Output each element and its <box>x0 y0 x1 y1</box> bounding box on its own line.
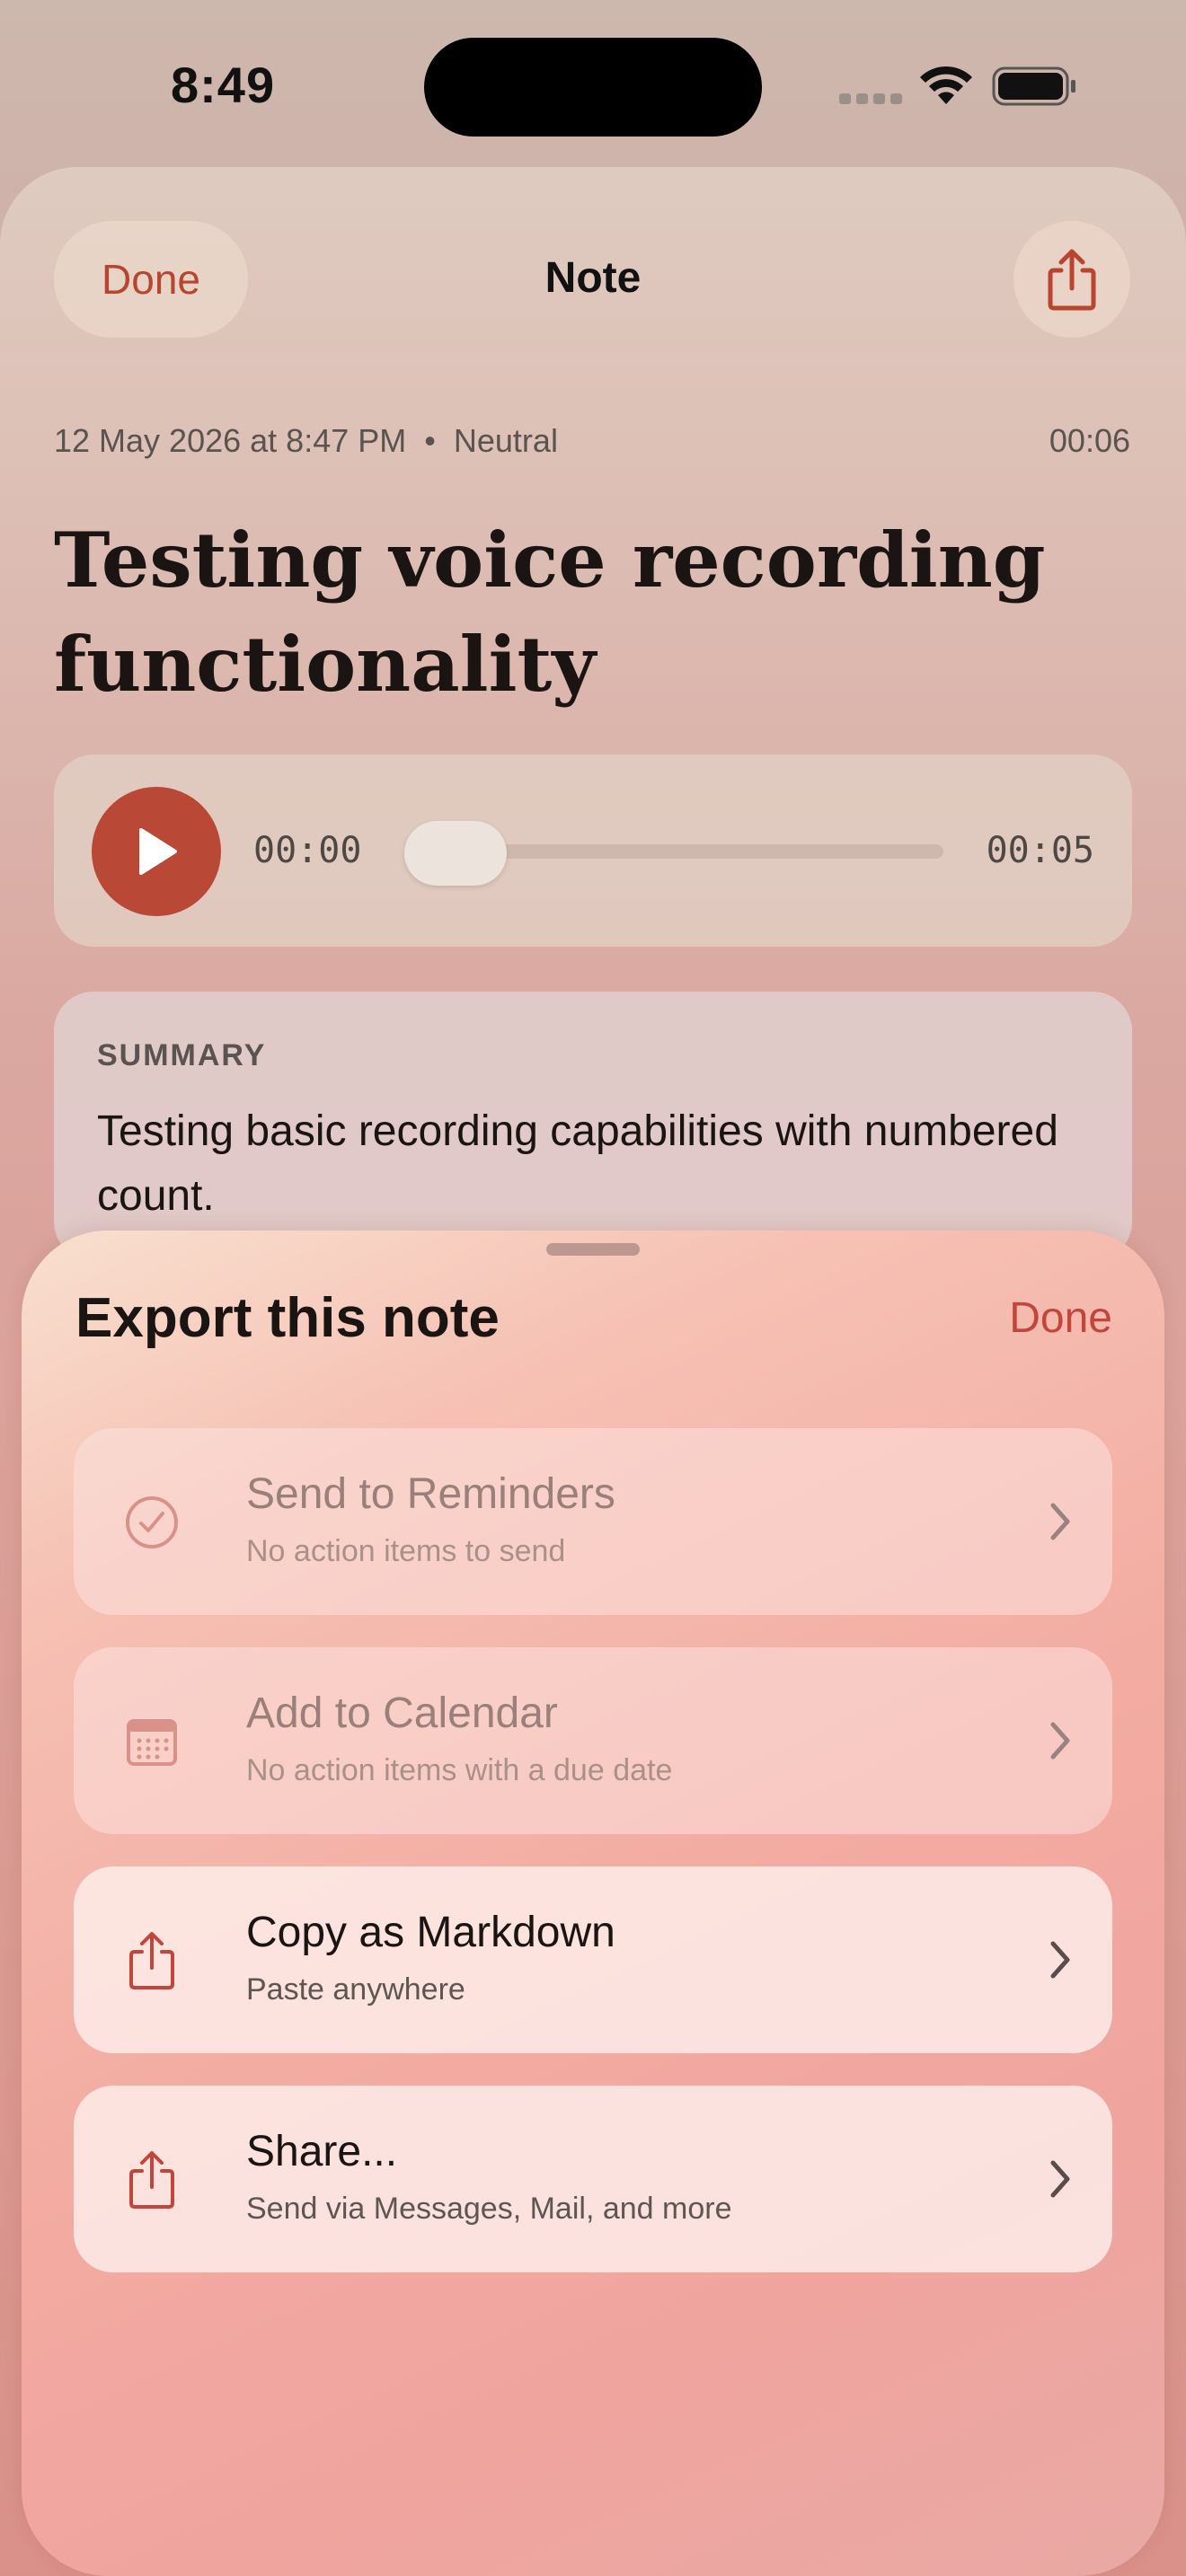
row-subtitle: No action items to send <box>246 1534 566 1568</box>
note-title: Testing voice recording functionality <box>54 516 1046 709</box>
share-icon <box>1048 249 1096 311</box>
status-bar: 8:49 <box>0 0 1186 171</box>
battery-icon <box>992 66 1075 106</box>
sheet-grabber[interactable] <box>546 1243 640 1256</box>
row-title: Add to Calendar <box>246 1689 558 1737</box>
row-subtitle: No action items with a due date <box>246 1753 673 1787</box>
summary-card: SUMMARY Testing basic recording capabili… <box>54 992 1132 1261</box>
play-icon <box>139 828 177 875</box>
share-icon <box>120 2148 183 2211</box>
chevron-right-icon <box>1050 1503 1070 1540</box>
chevron-right-icon <box>1050 1722 1070 1760</box>
note-mood: Neutral <box>453 422 558 459</box>
summary-text: Testing basic recording capabilities wit… <box>97 1107 1058 1220</box>
wifi-icon <box>920 66 972 104</box>
note-meta: 12 May 2026 at 8:47 PM • Neutral <box>54 422 558 460</box>
share-icon <box>120 1929 183 1992</box>
row-title: Send to Reminders <box>246 1470 615 1518</box>
current-time: 00:00 <box>253 830 362 871</box>
status-time: 8:49 <box>171 57 276 113</box>
export-sheet: Export this note Done Send to Reminders … <box>22 1231 1164 2576</box>
row-subtitle: Send via Messages, Mail, and more <box>246 2192 732 2226</box>
cellular-signal-icon <box>839 93 902 104</box>
send-to-reminders-row[interactable]: Send to Reminders No action items to sen… <box>74 1428 1112 1615</box>
meta-separator: • <box>424 422 436 459</box>
calendar-icon <box>120 1710 183 1773</box>
note-date: 12 May 2026 at 8:47 PM <box>54 422 407 459</box>
chevron-right-icon <box>1050 2160 1070 2198</box>
play-button[interactable] <box>92 787 221 916</box>
total-time: 00:05 <box>986 830 1094 871</box>
page-title: Note <box>544 254 642 302</box>
dynamic-island <box>424 38 762 137</box>
share-row[interactable]: Share... Send via Messages, Mail, and mo… <box>74 2086 1112 2272</box>
note-duration: 00:06 <box>1049 422 1130 459</box>
audio-player: 00:00 00:05 <box>54 754 1132 947</box>
share-button[interactable] <box>1013 221 1130 338</box>
sheet-done-button[interactable]: Done <box>1009 1293 1112 1343</box>
sheet-title: Export this note <box>75 1287 500 1349</box>
row-title: Share... <box>246 2128 398 2175</box>
scrubber-thumb[interactable] <box>404 821 507 886</box>
add-to-calendar-row[interactable]: Add to Calendar No action items with a d… <box>74 1647 1112 1834</box>
row-title: Copy as Markdown <box>246 1909 615 1956</box>
copy-as-markdown-row[interactable]: Copy as Markdown Paste anywhere <box>74 1866 1112 2053</box>
row-subtitle: Paste anywhere <box>246 1972 465 2007</box>
summary-label: SUMMARY <box>97 1038 267 1072</box>
chevron-right-icon <box>1050 1941 1070 1979</box>
checkmark-circle-icon <box>120 1491 183 1554</box>
